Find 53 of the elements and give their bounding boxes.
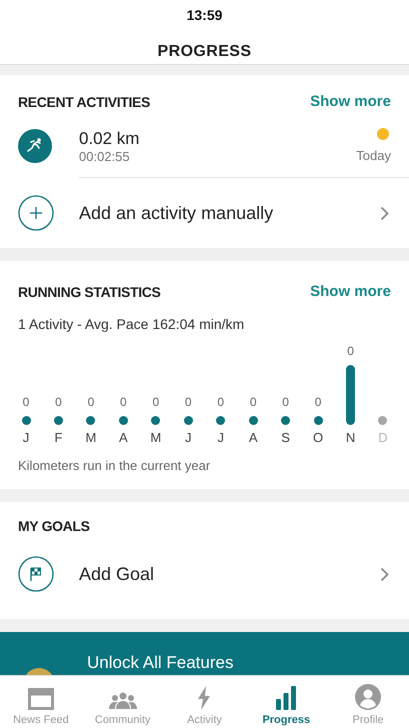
value-label: 0 bbox=[217, 396, 224, 408]
value-label: 0 bbox=[55, 396, 62, 408]
lightning-icon bbox=[197, 686, 212, 710]
add-goal-row[interactable]: Add Goal bbox=[18, 539, 389, 609]
unlock-banner[interactable]: Unlock All Features bbox=[0, 632, 409, 675]
month-label: A bbox=[119, 430, 128, 444]
tab[interactable]: Profile bbox=[327, 676, 409, 728]
bar-chart-icon bbox=[276, 686, 296, 710]
value-label: 0 bbox=[120, 396, 127, 408]
value-label: 0 bbox=[314, 396, 322, 408]
month-label: M bbox=[150, 430, 162, 444]
month-label: N bbox=[346, 430, 356, 444]
page-title: PROGRESS bbox=[158, 42, 252, 62]
tab[interactable]: Community bbox=[82, 676, 164, 728]
chevron-right-icon bbox=[380, 566, 389, 582]
value-label: 0 bbox=[347, 344, 354, 356]
show-more-link[interactable]: Show more bbox=[310, 281, 391, 304]
tab[interactable]: News Feed bbox=[0, 676, 82, 728]
month-label: J bbox=[185, 430, 192, 444]
value-label: 0 bbox=[22, 396, 30, 408]
value-label: 0 bbox=[88, 396, 94, 408]
month-label: F bbox=[54, 430, 62, 444]
people-icon bbox=[108, 692, 137, 710]
month-label: J bbox=[217, 430, 224, 444]
section-title: RUNNING STATISTICS bbox=[18, 282, 161, 302]
newspaper-icon bbox=[28, 688, 54, 710]
month-label: A bbox=[248, 430, 258, 444]
add-activity-row[interactable]: Add an activity manually bbox=[18, 178, 409, 248]
month-label: O bbox=[313, 430, 324, 444]
month-label: S bbox=[281, 430, 290, 444]
activity-date: Today bbox=[356, 146, 391, 165]
value-label: 0 bbox=[152, 396, 160, 408]
runner-icon bbox=[18, 129, 52, 164]
avatar-icon bbox=[355, 684, 382, 710]
status-time: 13:59 bbox=[186, 6, 222, 25]
flag-icon bbox=[18, 556, 54, 592]
month-label: M bbox=[85, 430, 96, 444]
value-label: 0 bbox=[250, 396, 257, 408]
activity-duration: 00:02:55 bbox=[79, 148, 131, 165]
value-label: 0 bbox=[282, 396, 289, 408]
tab[interactable]: Progress bbox=[245, 676, 328, 728]
value-label: 0 bbox=[184, 396, 192, 408]
month-label: J bbox=[22, 430, 30, 444]
section-title: RECENT ACTIVITIES bbox=[18, 92, 150, 112]
plus-icon bbox=[18, 195, 54, 231]
activity-distance: 0.02 km bbox=[79, 128, 140, 149]
stats-summary: 1 Activity - Avg. Pace 162:04 min/km bbox=[18, 314, 246, 334]
chevron-right-icon bbox=[380, 206, 389, 220]
tab[interactable]: Activity bbox=[164, 676, 246, 728]
section-title: MY GOALS bbox=[18, 517, 90, 536]
chart-caption: Kilometers run in the current year bbox=[18, 456, 212, 475]
show-more-link[interactable]: Show more bbox=[310, 91, 391, 114]
month-label: D bbox=[378, 430, 388, 444]
